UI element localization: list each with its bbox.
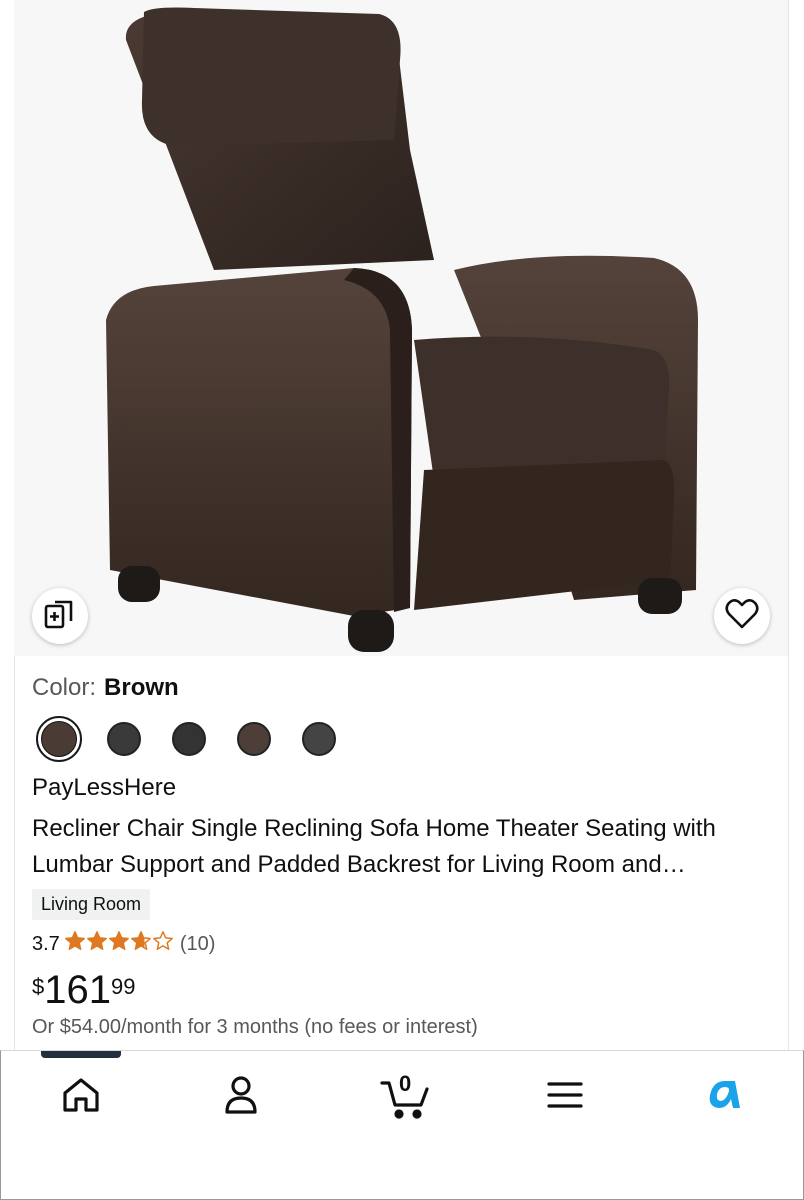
- nav-menu[interactable]: [533, 1073, 597, 1121]
- product-image-area[interactable]: [14, 0, 788, 656]
- swatch-option[interactable]: [107, 722, 141, 756]
- price-fraction: 99: [111, 974, 136, 999]
- menu-icon: [547, 1080, 583, 1115]
- rating-row[interactable]: 3.7 (10): [32, 930, 215, 958]
- alexa-icon: [705, 1077, 745, 1118]
- color-swatches: [36, 716, 367, 762]
- star-icon: [130, 930, 152, 958]
- compare-button[interactable]: [32, 588, 88, 644]
- nav-account[interactable]: [209, 1073, 273, 1121]
- home-icon: [61, 1076, 101, 1119]
- nav-home[interactable]: [49, 1073, 113, 1121]
- heart-icon: [725, 598, 759, 635]
- rating-value: 3.7: [32, 932, 60, 955]
- star-icon: [64, 930, 86, 958]
- page-border-right: [788, 0, 789, 1050]
- star-icon: [86, 930, 108, 958]
- star-icon: [108, 930, 130, 958]
- category-badge: Living Room: [32, 889, 151, 920]
- review-count: (10): [179, 932, 216, 955]
- price-currency: $: [32, 974, 45, 999]
- monthly-payment-offer[interactable]: Or $54.00/month for 3 months (no fees or…: [32, 1016, 478, 1039]
- active-tab-indicator: [41, 1051, 121, 1058]
- star-rating: [64, 930, 174, 958]
- bottom-navigation: 0: [0, 1050, 804, 1200]
- color-label: Color:: [32, 674, 97, 701]
- swatch-option[interactable]: [302, 722, 336, 756]
- price-whole: 161: [44, 968, 111, 1012]
- nav-cart[interactable]: 0: [373, 1071, 437, 1121]
- swatch-option[interactable]: [237, 722, 271, 756]
- nav-alexa[interactable]: [693, 1073, 757, 1121]
- product-title[interactable]: Recliner Chair Single Reclining Sofa Hom…: [32, 811, 782, 883]
- cart-icon: 0: [379, 1071, 431, 1119]
- color-value: Brown: [104, 674, 179, 701]
- cart-count: 0: [399, 1071, 412, 1096]
- user-icon: [223, 1075, 259, 1120]
- star-icon: [152, 930, 174, 958]
- brand-name[interactable]: PayLessHere: [32, 774, 176, 802]
- swatch-fill: [41, 721, 77, 757]
- swatch-option[interactable]: [172, 722, 206, 756]
- color-selection-label: Color: Brown: [32, 674, 179, 702]
- product-image: [106, 7, 698, 652]
- swatch-brown-selected[interactable]: [36, 716, 82, 762]
- price: $16199: [32, 968, 135, 1013]
- compare-icon: [43, 597, 77, 636]
- favorite-button[interactable]: [714, 588, 770, 644]
